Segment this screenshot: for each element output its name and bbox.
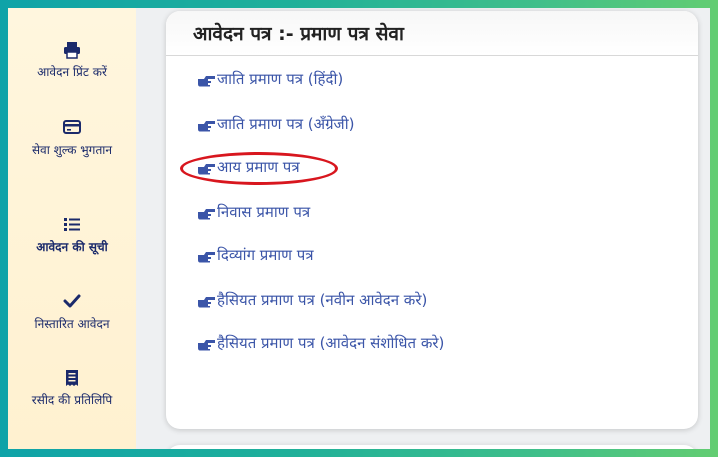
service-link-solvency-certificate-new[interactable]: हैसियत प्रमाण पत्र (नवीन आवेदन करे) (197, 290, 427, 310)
credit-card-icon (8, 119, 136, 139)
certificate-services-card: आवेदन पत्र :- प्रमाण पत्र सेवा जाति प्रम… (166, 11, 698, 429)
sidebar-item-label: सेवा शुल्क भुगतान (31, 143, 113, 157)
sidebar-item-label: निस्तारित आवेदन (34, 317, 110, 331)
receipt-icon (8, 369, 136, 389)
service-link-caste-certificate-english[interactable]: जाति प्रमाण पत्र (अँग्रेजी) (197, 114, 354, 134)
pointing-hand-icon (197, 118, 216, 132)
service-link-label: जाति प्रमाण पत्र (हिंदी) (217, 70, 344, 88)
pointing-hand-icon (197, 337, 216, 351)
sidebar-item-print-application[interactable]: आवेदन प्रिंट करें (8, 41, 136, 81)
sidebar-item-receipt-copy[interactable]: रसीद की प्रतिलिपि (8, 369, 136, 409)
pointing-hand-icon (197, 249, 216, 263)
pointing-hand-icon (197, 294, 216, 308)
sidebar-item-disposed-applications[interactable]: निस्तारित आवेदन (8, 293, 136, 333)
pointing-hand-icon (197, 161, 216, 175)
service-link-income-certificate[interactable]: आय प्रमाण पत्र (197, 157, 300, 177)
service-link-solvency-certificate-amend[interactable]: हैसियत प्रमाण पत्र (आवेदन संशोधित करे) (197, 333, 444, 353)
pointing-hand-icon (197, 73, 216, 87)
service-link-label: आय प्रमाण पत्र (217, 158, 300, 176)
sidebar-item-label: आवेदन प्रिंट करें (37, 65, 107, 79)
service-link-label: दिव्यांग प्रमाण पत्र (217, 246, 314, 264)
service-link-label: जाति प्रमाण पत्र (अँग्रेजी) (217, 115, 355, 133)
service-link-label: निवास प्रमाण पत्र (217, 203, 311, 221)
service-link-caste-certificate-hindi[interactable]: जाति प्रमाण पत्र (हिंदी) (197, 69, 343, 89)
printer-icon (8, 41, 136, 61)
list-icon (8, 216, 136, 236)
service-link-label: हैसियत प्रमाण पत्र (आवेदन संशोधित करे) (217, 334, 445, 352)
next-card-edge (166, 445, 698, 449)
sidebar-item-fee-payment[interactable]: सेवा शुल्क भुगतान (8, 119, 136, 159)
app-frame: आवेदन प्रिंट करें सेवा शुल्क भुगतान आवेद… (8, 8, 710, 449)
sidebar: आवेदन प्रिंट करें सेवा शुल्क भुगतान आवेद… (8, 8, 136, 449)
sidebar-item-label: रसीद की प्रतिलिपि (31, 393, 113, 407)
pointing-hand-icon (197, 206, 216, 220)
sidebar-item-label: आवेदन की सूची (36, 240, 108, 254)
service-link-label: हैसियत प्रमाण पत्र (नवीन आवेदन करे) (217, 291, 428, 309)
service-link-residence-certificate[interactable]: निवास प्रमाण पत्र (197, 202, 310, 222)
checkmark-icon (8, 293, 136, 313)
service-link-disability-certificate[interactable]: दिव्यांग प्रमाण पत्र (197, 245, 314, 265)
sidebar-item-application-list[interactable]: आवेदन की सूची (8, 216, 136, 256)
card-title: आवेदन पत्र :- प्रमाण पत्र सेवा (166, 11, 698, 56)
